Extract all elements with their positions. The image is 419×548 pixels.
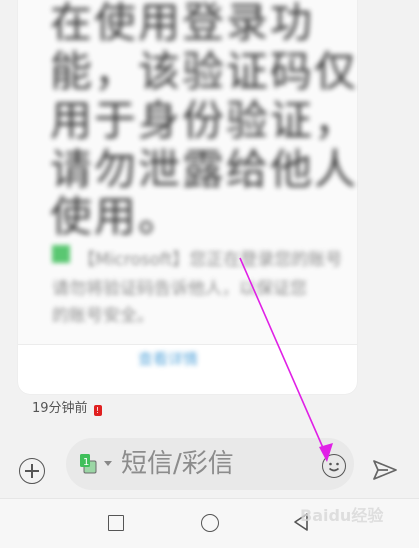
message-content: 在使用登录功 能，该验证码仅 用于身份验证， 请勿泄露给他人 使用。 【Micr… (18, 0, 357, 344)
message-line: 在使用登录功 (50, 0, 315, 47)
emoji-smile-icon[interactable] (322, 454, 346, 478)
timestamp-text: 19分钟前 (32, 401, 88, 416)
send-failed-icon[interactable]: ! (93, 405, 102, 416)
message-timestamp: 19分钟前! (32, 400, 102, 418)
message-line: 能，该验证码仅 (50, 47, 359, 96)
message-line: 使用。 (50, 192, 183, 241)
message-input[interactable]: 1 短信/彩信 (66, 438, 354, 490)
detail-line: 【Microsoft】您正在登录您的账号 (78, 250, 343, 270)
sim-label: 1 (83, 457, 89, 468)
input-placeholder: 短信/彩信 (121, 449, 234, 479)
square-icon[interactable] (108, 515, 124, 531)
blurred-message-detail: 【Microsoft】您正在登录您的账号 请勿将验证码告诉他人，以保证您 的账号… (52, 243, 352, 326)
blurred-message-text: 在使用登录功 能，该验证码仅 用于身份验证， 请勿泄露给他人 使用。 (50, 0, 356, 243)
send-arrow-icon[interactable] (371, 458, 399, 482)
detail-line: 的账号安全。 (52, 306, 154, 326)
message-line: 请勿泄露给他人 (50, 145, 359, 194)
add-circle-icon[interactable] (19, 458, 45, 484)
message-bubble[interactable]: 在使用登录功 能，该验证码仅 用于身份验证， 请勿泄露给他人 使用。 【Micr… (18, 0, 357, 394)
message-line: 用于身份验证， (50, 96, 359, 145)
watermark: Baidu经验 (300, 506, 384, 525)
emoji-face-icon (328, 462, 340, 472)
card-detail-link[interactable]: 查看详情 (138, 348, 238, 370)
sim-card-icon[interactable]: 1 (80, 454, 98, 474)
composer-bar: 1 短信/彩信 (0, 430, 419, 498)
detail-line: 请勿将验证码告诉他人，以保证您 (52, 279, 307, 299)
circle-icon[interactable] (201, 514, 219, 532)
chevron-down-icon[interactable] (104, 461, 112, 466)
card-divider (18, 344, 357, 345)
app-logo-icon (52, 245, 70, 263)
